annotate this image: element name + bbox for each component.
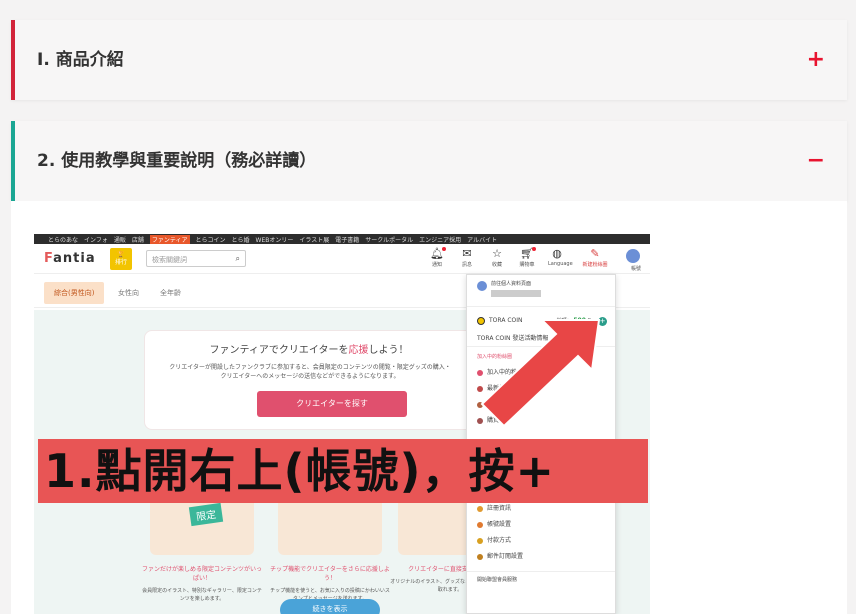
collapse-minus-icon[interactable]: − (807, 121, 825, 201)
topnav-item: エンジニア採用 (419, 236, 462, 244)
profile-link: 前往個人資料頁面 (491, 281, 532, 287)
show-more-button: 続きを表示 (280, 599, 380, 614)
filter-all-ages: 全年齡 (160, 289, 181, 297)
topnav-item: とらコイン (195, 236, 226, 244)
dropdown-item: 郵件訂閱設置 (467, 549, 615, 565)
topnav-item: イラスト展 (299, 236, 330, 244)
feature-title: チップ機能でクリエイターをさらに応援しよう！ (270, 566, 390, 582)
topnav-item: 通販 (113, 236, 126, 244)
hero-card: ファンティアでクリエイターを応援しよう！ クリエイターが開設したファンクラブに参… (144, 330, 474, 430)
pen-icon: ✎ 新建粉絲圈 (582, 247, 608, 268)
find-creator-button: クリエイターを探す (257, 391, 407, 417)
user-avatar-icon (477, 281, 487, 291)
bell-icon: 🔔︎ 通知 (428, 247, 446, 268)
tutorial-screenshot: とらのあな インフォ 通販 店舗 ファンティア とらコイン とら婚 WEBオンリ… (34, 234, 650, 614)
feature-limited: 限定 ファンだけが楽しめる限定コンテンツがいっぱい！ 会員限定のイラスト、特別な… (142, 495, 262, 603)
topnav-item: 店舗 (131, 236, 144, 244)
dropdown-item: 帳號設置 (467, 517, 615, 533)
site-top-nav: とらのあな インフォ 通販 店舗 ファンティア とらコイン とら婚 WEBオンリ… (34, 234, 650, 244)
instruction-text: 1.點開右上(帳號)，按+ (44, 444, 556, 498)
topnav-item: とらのあな (48, 236, 79, 244)
account-label: 帳號 (630, 266, 641, 272)
topnav-item: アルバイト (467, 236, 498, 244)
topnav-item: とら婚 (231, 236, 250, 244)
filter-female: 女性向 (118, 289, 139, 297)
panel-title-usage-guide: 2. 使用教學與重要說明（務必詳讀） (37, 151, 317, 171)
topnav-item: インフォ (84, 236, 108, 244)
dropdown-item: 註冊資訊 (467, 501, 615, 517)
expand-plus-icon[interactable]: + (807, 20, 825, 100)
topnav-item: WEBオンリー (255, 236, 294, 244)
mail-icon: ✉ 訊息 (461, 247, 472, 268)
topnav-item-active: ファンティア (149, 234, 190, 244)
red-arrow-icon (480, 319, 601, 428)
dropdown-profile: 前往個人資料頁面 (467, 275, 615, 307)
feature-image (278, 495, 382, 555)
filter-general: 綜合(男性向) (44, 282, 105, 304)
account-avatar-icon (626, 249, 640, 263)
limited-tag: 限定 (188, 502, 224, 527)
search-placeholder: 檢索關鍵詞 (152, 256, 187, 264)
dropdown-item-affiliate: 開始聯盟會員服務 (467, 571, 615, 587)
panel-title-product-intro: I. 商品介紹 (37, 50, 124, 70)
feature-desc: 会員限定のイラスト、特別なギャラリー、限定コンテンツを楽しめます。 (142, 588, 262, 602)
cart-icon: 🛒︎ 購物車 (519, 247, 536, 268)
dropdown-lower: 註冊資訊 帳號設置 付款方式 郵件訂閱設置 開始聯盟會員服務 (467, 501, 615, 587)
feature-tip: チップ機能でクリエイターをさらに応援しよう！ チップ機能を使うと、お気に入りの投… (270, 495, 390, 603)
hero-title: ファンティアでクリエイターを応援しよう！ (209, 345, 409, 356)
search-box: 檢索關鍵詞 ⌕ (146, 250, 246, 267)
accordion-content: とらのあな インフォ 通販 店舗 ファンティア とらコイン とら婚 WEBオンリ… (11, 201, 847, 614)
topnav-item: 電子書籍 (335, 236, 360, 244)
feature-title: ファンだけが楽しめる限定コンテンツがいっぱい！ (142, 566, 263, 582)
search-icon: ⌕ (235, 254, 240, 263)
globe-icon: ◍ Language (548, 247, 573, 267)
feature-image: 限定 (150, 495, 254, 555)
topnav-item: サークルポータル (365, 236, 414, 244)
star-icon: ☆ 收藏 (491, 247, 502, 268)
accordion-product-intro[interactable]: I. 商品介紹 + (11, 20, 847, 100)
fantia-header: Fantia 🏆 排行 檢索關鍵詞 ⌕ 🔔︎ 通知 ✉ 訊息 ☆ 收藏 🛒︎ 購物車 ◍ L… (34, 244, 650, 274)
accordion-usage-guide[interactable]: 2. 使用教學與重要說明（務必詳讀） − (11, 121, 847, 201)
dropdown-item: 付款方式 (467, 533, 615, 549)
blurred-username (491, 290, 541, 297)
hero-description: クリエイターが開設したファンクラブに参加すると、会員限定のコンテンツの閲覧・限定… (169, 364, 451, 380)
trophy-icon: 🏆 排行 (110, 248, 132, 270)
fantia-logo: Fantia (44, 251, 96, 266)
instruction-banner: 1.點開右上(帳號)，按+ (38, 439, 648, 503)
